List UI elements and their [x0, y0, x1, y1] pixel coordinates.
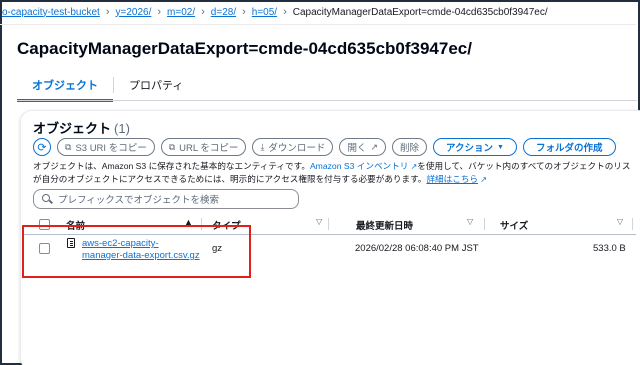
- object-last-modified: 2026/02/28 06:08:40 PM JST: [355, 243, 479, 254]
- description-text-2: を使用して、バケット内のすべてのオブジェクトのリス: [417, 161, 631, 171]
- breadcrumb-bucket[interactable]: o-capacity-test-bucket: [2, 7, 100, 18]
- refresh-icon: ⟳: [37, 141, 47, 154]
- delete-button[interactable]: 削除: [392, 138, 428, 156]
- external-link-icon: ↗: [370, 141, 378, 152]
- breadcrumb-day[interactable]: d=28/: [211, 7, 236, 18]
- tab-objects[interactable]: オブジェクト: [17, 75, 113, 102]
- chevron-right-icon: ›: [157, 6, 162, 18]
- learn-more-link[interactable]: 詳細はこちら: [426, 174, 478, 184]
- refresh-button[interactable]: ⟳: [33, 138, 51, 156]
- download-icon: ⤓: [260, 141, 265, 152]
- chevron-right-icon: ›: [201, 6, 205, 18]
- column-divider: [484, 218, 485, 230]
- sort-icon[interactable]: ▽: [617, 217, 623, 226]
- search-input[interactable]: プレフィックスでオブジェクトを検索: [33, 189, 299, 209]
- objects-count: (1): [114, 121, 130, 136]
- search-icon: [42, 194, 52, 204]
- objects-description: オブジェクトは、Amazon S3 に保存された基本的なエンティティです。Ama…: [33, 160, 640, 186]
- sort-icon[interactable]: ▽: [467, 217, 473, 226]
- open-label: 開く: [347, 143, 367, 154]
- sort-icon[interactable]: ▽: [316, 217, 322, 226]
- objects-toolbar: ⟳ ⧉ S3 URI をコピー ⧉ URL をコピー ⤓ ダウンロード 開く ↗ 削除 …: [33, 138, 616, 156]
- column-divider: [328, 218, 329, 230]
- external-link-icon: ↗: [478, 175, 487, 184]
- description-line-2: が自分のオブジェクトにアクセスできるためには、明示的にアクセス権限を付与する必要…: [33, 173, 640, 186]
- tabs-underline: [17, 100, 637, 101]
- copy-url-button[interactable]: ⧉ URL をコピー: [160, 138, 247, 156]
- chevron-right-icon: ›: [242, 6, 246, 18]
- download-label: ダウンロード: [268, 143, 326, 154]
- objects-panel-title: オブジェクト (1): [33, 118, 130, 137]
- breadcrumb-year[interactable]: y=2026/: [116, 7, 152, 18]
- actions-dropdown[interactable]: アクション ▼: [433, 138, 517, 156]
- external-link-icon: ↗: [408, 162, 418, 171]
- open-button[interactable]: 開く ↗: [339, 138, 386, 156]
- tab-properties[interactable]: プロパティ: [114, 75, 198, 99]
- chevron-right-icon: ›: [283, 6, 287, 18]
- copy-icon: ⧉: [65, 141, 72, 152]
- chevron-right-icon: ›: [105, 6, 110, 18]
- search-placeholder: プレフィックスでオブジェクトを検索: [58, 195, 220, 206]
- breadcrumb-current: CapacityManagerDataExport=cmde-04cd635cb…: [292, 6, 548, 18]
- objects-panel-title-text: オブジェクト: [33, 121, 112, 136]
- breadcrumb: o-capacity-test-bucket › y=2026/ › m=02/…: [0, 0, 636, 24]
- copy-icon: ⧉: [168, 141, 176, 152]
- caret-down-icon: ▼: [497, 143, 504, 151]
- description-line-1: オブジェクトは、Amazon S3 に保存された基本的なエンティティです。Ama…: [33, 160, 640, 173]
- delete-label: 削除: [400, 143, 420, 154]
- column-header-last-modified[interactable]: 最終更新日時: [356, 218, 413, 232]
- description-text-3: が自分のオブジェクトにアクセスできるためには、明示的にアクセス権限を付与する必要…: [33, 174, 427, 184]
- column-header-size[interactable]: サイズ: [500, 218, 528, 232]
- download-button[interactable]: ⤓ ダウンロード: [252, 138, 334, 156]
- create-folder-label: フォルダの作成: [535, 143, 603, 154]
- breadcrumb-hour[interactable]: h=05/: [252, 7, 277, 18]
- copy-s3-uri-label: S3 URI をコピー: [75, 143, 147, 154]
- column-divider: [632, 218, 633, 230]
- highlight-annotation-box: [22, 225, 251, 278]
- breadcrumb-month[interactable]: m=02/: [167, 7, 195, 18]
- create-folder-button[interactable]: フォルダの作成: [522, 138, 616, 156]
- object-size: 533.0 B: [593, 243, 626, 254]
- inventory-link[interactable]: Amazon S3 インベントリ: [310, 161, 408, 171]
- page-title: CapacityManagerDataExport=cmde-04cd635cb…: [17, 39, 472, 58]
- tab-bar: オブジェクト プロパティ: [17, 75, 198, 102]
- description-text-1: オブジェクトは、Amazon S3 に保存された基本的なエンティティです。: [33, 161, 310, 171]
- copy-s3-uri-button[interactable]: ⧉ S3 URI をコピー: [57, 138, 155, 156]
- actions-label: アクション: [446, 143, 494, 154]
- breadcrumb-divider: [0, 24, 636, 25]
- copy-url-label: URL をコピー: [179, 143, 239, 154]
